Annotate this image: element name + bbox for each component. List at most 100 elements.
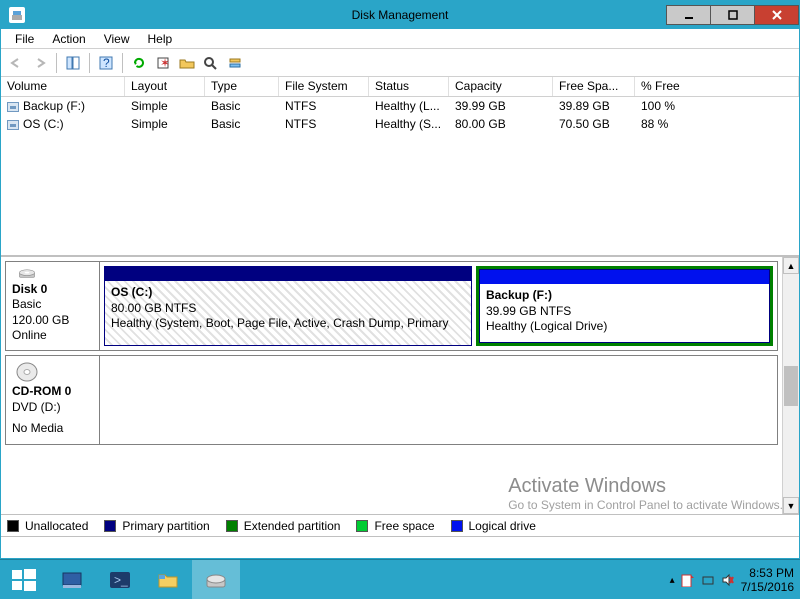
disk-info[interactable]: CD-ROM 0 DVD (D:) No Media	[6, 356, 100, 444]
col-type[interactable]: Type	[205, 77, 279, 96]
legend-label: Free space	[374, 519, 434, 533]
col-volume[interactable]: Volume	[1, 77, 125, 96]
disk-size: 120.00 GB	[12, 313, 93, 329]
disk-block-cdrom: CD-ROM 0 DVD (D:) No Media	[5, 355, 778, 445]
col-filesystem[interactable]: File System	[279, 77, 369, 96]
disk-block-disk0: Disk 0 Basic 120.00 GB Online OS (C:)	[5, 261, 778, 351]
partition-extended[interactable]: Backup (F:) 39.99 GB NTFS Healthy (Logic…	[476, 266, 773, 346]
cell-capacity: 39.99 GB	[449, 98, 553, 114]
cell-type: Basic	[205, 98, 279, 114]
clock-time: 8:53 PM	[741, 566, 794, 580]
taskbar-powershell[interactable]: >_	[96, 560, 144, 600]
cdrom-nomedia-area[interactable]	[104, 360, 773, 440]
volume-list: Volume Layout Type File System Status Ca…	[1, 77, 799, 257]
nav-back-button	[5, 52, 27, 74]
menu-action[interactable]: Action	[44, 30, 93, 48]
taskbar-server-manager[interactable]	[48, 560, 96, 600]
window-title: Disk Management	[352, 8, 449, 22]
volume-name: Backup (F:)	[23, 99, 85, 113]
volume-row[interactable]: OS (C:) Simple Basic NTFS Healthy (S... …	[1, 115, 799, 133]
legend: Unallocated Primary partition Extended p…	[1, 514, 799, 536]
legend-swatch-logical	[451, 520, 463, 532]
powershell-icon: >_	[107, 567, 133, 593]
server-manager-icon	[59, 567, 85, 593]
toolbar: ? ✶	[1, 49, 799, 77]
file-explorer-icon	[155, 567, 181, 593]
taskbar-explorer[interactable]	[144, 560, 192, 600]
start-button[interactable]	[0, 560, 48, 600]
tray-overflow-button[interactable]: ▴	[670, 575, 675, 586]
help-button[interactable]: ?	[95, 52, 117, 74]
disk-icon	[12, 268, 42, 280]
cell-fs: NTFS	[279, 116, 369, 132]
close-button[interactable]	[754, 5, 799, 25]
system-tray: ▴ 8:53 PM 7/15/2016	[670, 560, 794, 600]
menu-help[interactable]: Help	[140, 30, 181, 48]
rescan-button[interactable]: ✶	[152, 52, 174, 74]
volume-list-body[interactable]: Backup (F:) Simple Basic NTFS Healthy (L…	[1, 97, 799, 255]
menubar: File Action View Help	[1, 29, 799, 49]
scroll-up-button[interactable]: ▲	[783, 257, 799, 274]
partition-status: Healthy (System, Boot, Page File, Active…	[111, 316, 465, 332]
minimize-button[interactable]	[666, 5, 711, 25]
cell-pct: 100 %	[635, 98, 799, 114]
network-icon[interactable]	[701, 573, 715, 587]
col-free[interactable]: Free Spa...	[553, 77, 635, 96]
col-capacity[interactable]: Capacity	[449, 77, 553, 96]
cell-fs: NTFS	[279, 98, 369, 114]
disk-nomedia: No Media	[12, 421, 93, 437]
scroll-track[interactable]	[783, 406, 799, 498]
scroll-track[interactable]	[783, 274, 799, 366]
disk-title: CD-ROM 0	[12, 384, 93, 400]
volume-icon[interactable]	[721, 573, 735, 587]
volume-name: OS (C:)	[23, 117, 64, 131]
partition-name: Backup (F:)	[486, 288, 763, 304]
volume-row[interactable]: Backup (F:) Simple Basic NTFS Healthy (L…	[1, 97, 799, 115]
cell-capacity: 80.00 GB	[449, 116, 553, 132]
partition-size: 80.00 GB NTFS	[111, 301, 465, 317]
cell-status: Healthy (L...	[369, 98, 449, 114]
disk-info[interactable]: Disk 0 Basic 120.00 GB Online	[6, 262, 100, 350]
refresh-button[interactable]	[128, 52, 150, 74]
settings-button[interactable]	[224, 52, 246, 74]
col-status[interactable]: Status	[369, 77, 449, 96]
clock-date: 7/15/2016	[741, 580, 794, 594]
disk-type: DVD (D:)	[12, 400, 93, 416]
view-top-button[interactable]	[62, 52, 84, 74]
nav-forward-button	[29, 52, 51, 74]
taskbar-clock[interactable]: 8:53 PM 7/15/2016	[741, 566, 794, 595]
svg-text:>_: >_	[114, 573, 128, 587]
cell-layout: Simple	[125, 98, 205, 114]
menu-file[interactable]: File	[7, 30, 42, 48]
partition-os[interactable]: OS (C:) 80.00 GB NTFS Healthy (System, B…	[104, 266, 472, 346]
explore-button[interactable]	[200, 52, 222, 74]
menu-view[interactable]: View	[96, 30, 138, 48]
action-center-icon[interactable]	[681, 573, 695, 587]
cell-status: Healthy (S...	[369, 116, 449, 132]
taskbar-disk-management[interactable]	[192, 560, 240, 600]
partition-name: OS (C:)	[111, 285, 465, 301]
scroll-down-button[interactable]: ▼	[783, 497, 799, 514]
legend-label: Unallocated	[25, 519, 88, 533]
legend-label: Primary partition	[122, 519, 209, 533]
col-pctfree[interactable]: % Free	[635, 77, 799, 96]
cell-pct: 88 %	[635, 116, 799, 132]
graphical-scrollbar[interactable]: ▲ ▼	[782, 257, 799, 514]
status-bar	[1, 536, 799, 558]
legend-swatch-unallocated	[7, 520, 19, 532]
toolbar-sep	[89, 53, 90, 73]
open-button[interactable]	[176, 52, 198, 74]
app-icon	[9, 7, 25, 23]
legend-swatch-free	[356, 520, 368, 532]
disk-type: Basic	[12, 297, 93, 313]
partition-header	[105, 267, 471, 281]
cell-type: Basic	[205, 116, 279, 132]
volume-list-header: Volume Layout Type File System Status Ca…	[1, 77, 799, 97]
partition-backup[interactable]: Backup (F:) 39.99 GB NTFS Healthy (Logic…	[479, 269, 770, 343]
disk-state: Online	[12, 328, 93, 344]
scroll-thumb[interactable]	[784, 366, 798, 406]
col-layout[interactable]: Layout	[125, 77, 205, 96]
graphical-view: Disk 0 Basic 120.00 GB Online OS (C:)	[1, 257, 799, 536]
maximize-button[interactable]	[710, 5, 755, 25]
taskbar: >_ ▴ 8:53 PM 7/15/2016	[0, 559, 800, 599]
